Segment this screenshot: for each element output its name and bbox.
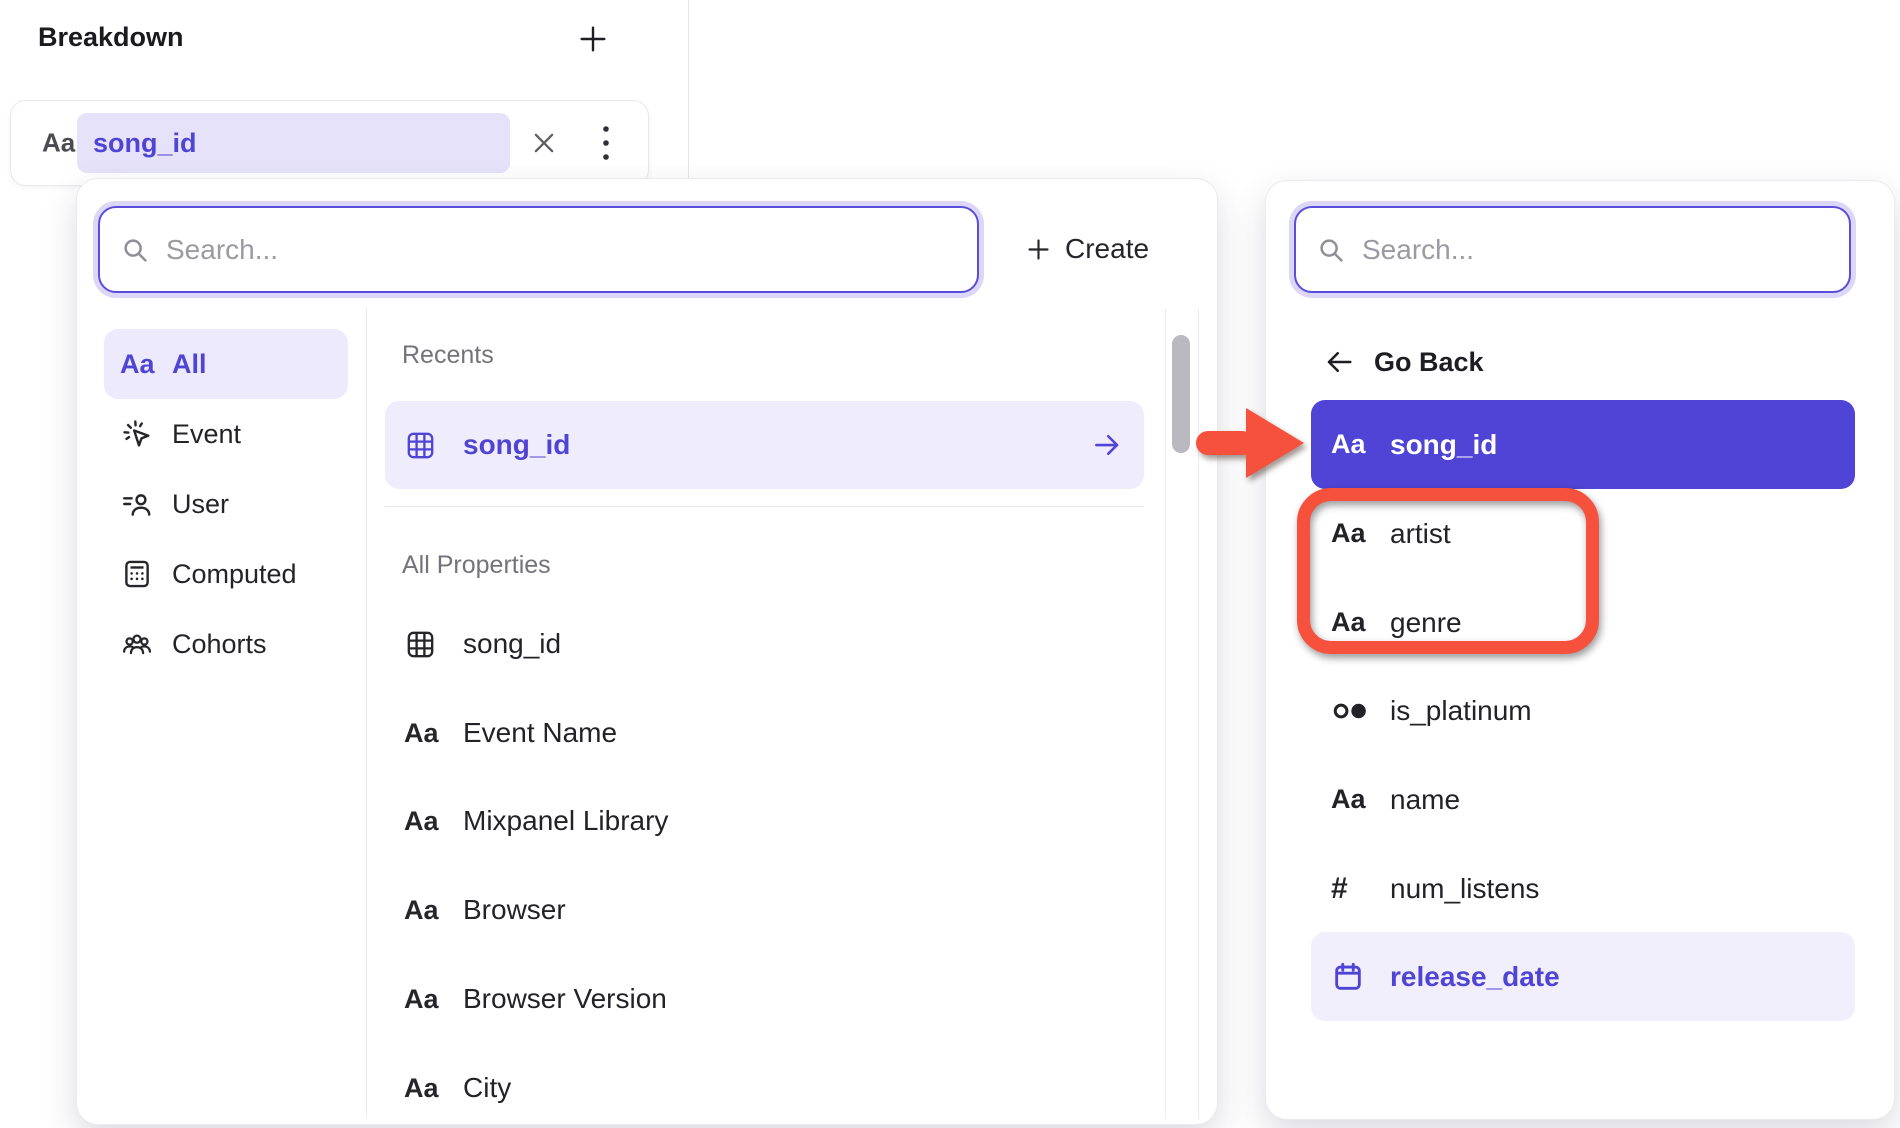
computed-icon xyxy=(120,557,154,591)
more-options-button[interactable] xyxy=(594,123,618,163)
property-item-label: Browser xyxy=(463,894,566,926)
scrollbar-thumb[interactable] xyxy=(1172,335,1190,453)
page-root: Breakdown Aa song_id Create Aa All Event Us… xyxy=(0,0,1900,1128)
scrollbar-track[interactable] xyxy=(1165,309,1199,1119)
text-type-icon: Aa xyxy=(404,718,439,749)
property-item-Browser Version[interactable]: Aa Browser Version xyxy=(385,955,1144,1043)
user-icon xyxy=(120,487,154,521)
sub-property-item-label: num_listens xyxy=(1390,873,1539,905)
boolean-icon xyxy=(1331,697,1371,725)
create-button-label: Create xyxy=(1065,233,1149,265)
category-label: User xyxy=(172,489,229,520)
text-type-icon: Aa xyxy=(1331,518,1366,549)
left-search-input[interactable] xyxy=(164,233,811,267)
arrow-right-icon xyxy=(1092,430,1122,460)
go-back-label: Go Back xyxy=(1374,347,1484,378)
sub-property-item-song_id[interactable]: Aa song_id xyxy=(1311,400,1855,489)
breakdown-section-title: Breakdown xyxy=(38,22,184,53)
back-arrow-icon xyxy=(1324,347,1354,377)
sub-property-item-num_listens[interactable]: # num_listens xyxy=(1311,844,1855,933)
remove-breakdown-button[interactable] xyxy=(527,126,561,160)
sub-property-item-name[interactable]: Aaname xyxy=(1311,755,1855,844)
section-label: All Properties xyxy=(402,551,551,580)
property-item-label: song_id xyxy=(463,628,561,660)
property-item-City[interactable]: Aa City xyxy=(385,1044,1144,1128)
section-divider xyxy=(385,506,1144,507)
text-type-icon: Aa xyxy=(1331,607,1366,638)
cohorts-icon xyxy=(120,627,154,661)
create-button[interactable]: Create xyxy=(1025,223,1149,275)
table-icon xyxy=(404,628,437,661)
close-icon xyxy=(530,129,558,157)
date-icon xyxy=(1331,960,1365,994)
property-item-song_id[interactable]: song_id xyxy=(385,600,1144,688)
go-back-button[interactable]: Go Back xyxy=(1324,333,1484,391)
section-label: Recents xyxy=(402,341,494,370)
category-item-user[interactable]: User xyxy=(104,469,348,539)
search-icon xyxy=(1316,235,1346,265)
plus-icon xyxy=(577,23,609,55)
sub-property-item-label: name xyxy=(1390,784,1460,816)
plus-icon xyxy=(1025,236,1052,263)
sub-property-item-label: song_id xyxy=(1390,429,1497,461)
property-item-label: song_id xyxy=(463,429,570,461)
right-search-input[interactable] xyxy=(1360,233,1764,267)
number-type-icon: # xyxy=(1331,872,1348,906)
sub-property-item-release_date[interactable]: release_date xyxy=(1311,932,1855,1021)
text-type-icon: Aa xyxy=(120,349,155,380)
sub-property-item-label: is_platinum xyxy=(1390,695,1532,727)
category-label: Event xyxy=(172,419,241,450)
category-item-event[interactable]: Event xyxy=(104,399,348,469)
text-type-icon: Aa xyxy=(1331,429,1366,460)
property-item-Browser[interactable]: Aa Browser xyxy=(385,866,1144,954)
left-search-box[interactable] xyxy=(98,206,979,293)
property-item-label: Mixpanel Library xyxy=(463,805,668,837)
text-type-icon: Aa xyxy=(1331,784,1366,815)
property-picker-panel: Create Aa All Event User Computed Cohorts Rec… xyxy=(76,178,1218,1125)
category-label: All xyxy=(172,349,207,380)
table-icon xyxy=(404,429,437,462)
text-type-icon: Aa xyxy=(404,806,439,837)
property-item-Event Name[interactable]: Aa Event Name xyxy=(385,689,1144,777)
property-item-label: Event Name xyxy=(463,717,617,749)
category-item-cohorts[interactable]: Cohorts xyxy=(104,609,348,679)
property-item-song_id[interactable]: song_id xyxy=(385,401,1144,489)
sub-property-item-label: artist xyxy=(1390,518,1451,550)
sub-property-item-artist[interactable]: Aa artist xyxy=(1311,489,1855,578)
property-item-label: City xyxy=(463,1072,511,1104)
text-type-icon: Aa xyxy=(404,895,439,926)
breakdown-property-row: Aa song_id xyxy=(10,100,649,186)
text-type-icon: Aa xyxy=(404,984,439,1015)
category-label: Cohorts xyxy=(172,629,267,660)
section-edge-divider xyxy=(688,0,689,180)
property-item-Mixpanel Library[interactable]: Aa Mixpanel Library xyxy=(385,777,1144,865)
sub-property-item-label: release_date xyxy=(1390,961,1560,993)
event-icon xyxy=(120,417,154,451)
chip-label: song_id xyxy=(93,128,197,159)
property-detail-panel: Go Back Aasong_idAaartistAagenreis_plati… xyxy=(1265,180,1895,1120)
annotation-arrow xyxy=(1196,406,1308,480)
search-icon xyxy=(120,235,150,265)
sub-property-item-label: genre xyxy=(1390,607,1462,639)
sub-property-item-is_platinum[interactable]: is_platinum xyxy=(1311,666,1855,755)
sub-property-item-genre[interactable]: Aagenre xyxy=(1311,578,1855,667)
category-list-divider xyxy=(366,307,367,1118)
right-search-box[interactable] xyxy=(1294,206,1851,293)
property-type-icon: Aa xyxy=(42,128,75,159)
add-breakdown-button[interactable] xyxy=(574,20,612,58)
text-type-icon: Aa xyxy=(404,1073,439,1104)
category-item-all[interactable]: Aa All xyxy=(104,329,348,399)
property-item-label: Browser Version xyxy=(463,983,667,1015)
kebab-icon xyxy=(601,124,611,162)
category-item-computed[interactable]: Computed xyxy=(104,539,348,609)
category-label: Computed xyxy=(172,559,297,590)
breakdown-property-chip[interactable]: song_id xyxy=(77,113,510,173)
